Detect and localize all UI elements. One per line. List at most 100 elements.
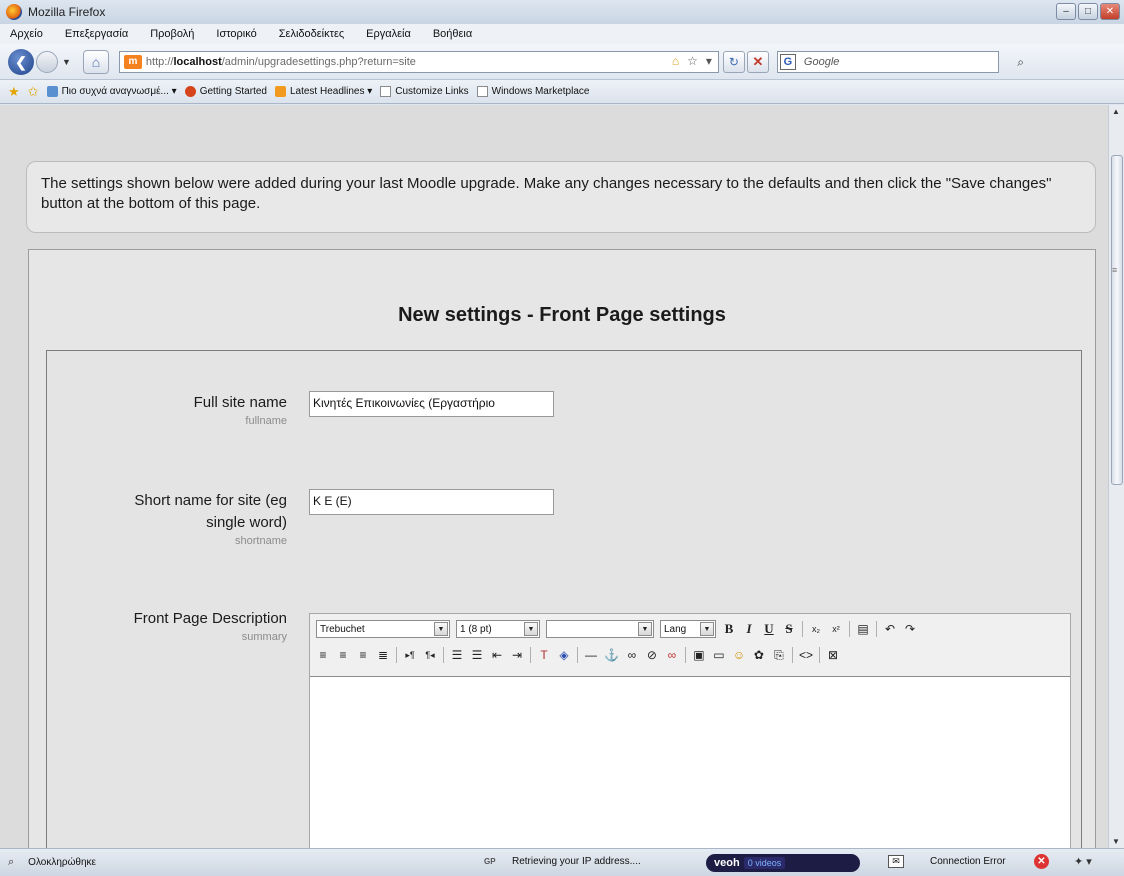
stop-button[interactable]: ✕ <box>746 50 769 73</box>
close-window-button[interactable]: ✕ <box>1100 3 1120 20</box>
smiley-icon[interactable]: ☺ <box>732 648 746 662</box>
bookmark-star-icon[interactable]: ☆ <box>687 54 698 68</box>
home-button[interactable]: ⌂ <box>82 49 109 74</box>
unlink-icon[interactable]: ⊘ <box>645 648 659 662</box>
bookmark-latest-headlines[interactable]: Latest Headlines ▾ <box>274 86 373 97</box>
undo-icon[interactable]: ↶ <box>883 622 897 636</box>
gp-icon[interactable]: GP <box>484 857 496 866</box>
fullname-input[interactable]: Κινητές Επικοινωνίες (Εργαστήριο <box>309 391 554 417</box>
history-dropdown-icon[interactable]: ▼ <box>62 57 71 67</box>
scroll-up-icon[interactable]: ▲ <box>1112 107 1120 116</box>
fullscreen-icon[interactable]: ⊠ <box>826 648 840 662</box>
error-icon[interactable]: ✕ <box>1034 854 1049 869</box>
html-source-icon[interactable]: <> <box>799 648 813 662</box>
toolbar-separator <box>396 647 397 663</box>
anchor-icon[interactable]: ⚓ <box>604 648 619 662</box>
bookmark-windows-marketplace[interactable]: Windows Marketplace <box>476 86 589 97</box>
bookmark-getting-started[interactable]: Getting Started <box>184 86 267 97</box>
site-home-icon[interactable]: ⌂ <box>672 54 679 68</box>
maximize-button[interactable]: □ <box>1078 3 1098 20</box>
font-family-value: Trebuchet <box>320 623 365 635</box>
insert-table-icon[interactable]: ▭ <box>712 648 726 662</box>
link-icon[interactable]: ∞ <box>625 648 639 662</box>
url-dropdown-icon[interactable]: ▾ <box>706 54 712 68</box>
menu-history[interactable]: Ιστορικό <box>216 28 256 40</box>
google-engine-icon[interactable]: G <box>779 53 796 70</box>
chevron-down-icon: ▼ <box>434 622 448 636</box>
veoh-widget[interactable]: veoh 0 videos <box>706 854 860 872</box>
addon-icon[interactable]: ✦ ▾ <box>1074 855 1092 868</box>
forward-button[interactable] <box>36 50 58 73</box>
font-family-select[interactable]: Trebuchet ▼ <box>316 620 450 638</box>
fullname-label: Full site name <box>193 394 287 411</box>
vertical-scrollbar[interactable]: ▲ ≡ ▼ <box>1108 105 1124 848</box>
lang-select[interactable]: Lang ▼ <box>660 620 716 638</box>
summary-label: Front Page Description <box>133 610 287 627</box>
menu-tools[interactable]: Εργαλεία <box>366 28 411 40</box>
toolbar-separator <box>443 647 444 663</box>
menu-help[interactable]: Βοήθεια <box>433 28 472 40</box>
bookmarks-star-icon[interactable]: ★ <box>8 84 20 100</box>
search-go-icon[interactable]: ⌕ <box>1017 55 1024 70</box>
menu-edit[interactable]: Επεξεργασία <box>65 28 128 40</box>
paragraph-format-select[interactable]: ▼ <box>546 620 654 638</box>
url-scheme: http:// <box>145 55 174 68</box>
toolbar-separator <box>876 621 877 637</box>
search-bar[interactable]: G Google ⌕ <box>776 50 1024 73</box>
ordered-list-icon[interactable]: ☰ <box>450 648 464 662</box>
special-char-icon[interactable]: ✿ <box>752 648 766 662</box>
horizontal-rule-icon[interactable]: — <box>584 648 598 662</box>
scroll-down-icon[interactable]: ▼ <box>1112 837 1120 846</box>
reload-button[interactable]: ↻ <box>722 50 745 73</box>
align-left-icon[interactable]: ≡ <box>316 648 330 662</box>
ltr-icon[interactable]: ▸¶ <box>403 650 417 661</box>
bold-button[interactable]: B <box>722 621 736 637</box>
toolbar-separator <box>818 647 820 663</box>
align-center-icon[interactable]: ≡ <box>336 648 350 662</box>
redo-icon[interactable]: ↷ <box>903 622 917 636</box>
clean-word-icon[interactable]: ▤ <box>856 622 870 636</box>
bookmark-most-visited[interactable]: Πιο συχνά αναγνωσμέ... ▾ <box>46 86 177 97</box>
address-bar[interactable]: m http:// localhost /admin/upgradesettin… <box>118 50 719 73</box>
underline-button[interactable]: U <box>762 621 776 637</box>
unordered-list-icon[interactable]: ☰ <box>470 648 484 662</box>
align-right-icon[interactable]: ≡ <box>356 648 370 662</box>
fullname-key: fullname <box>245 415 287 427</box>
ip-status: Retrieving your IP address.... <box>512 856 641 867</box>
bookmark-label: Customize Links <box>395 86 469 97</box>
search-replace-icon[interactable]: ⎘ <box>772 648 786 663</box>
text-color-icon[interactable]: T <box>537 648 551 662</box>
toolbar-separator <box>802 621 803 637</box>
html-editor: Trebuchet ▼ 1 (8 pt) ▼ ▼ Lang ▼ B I U S … <box>309 613 1071 848</box>
back-button[interactable]: ❮ <box>8 48 34 75</box>
menu-file[interactable]: Αρχείο <box>10 28 43 40</box>
mail-icon[interactable]: ✉ <box>888 855 904 868</box>
nolink-icon[interactable]: ∞ <box>665 648 679 662</box>
menu-bookmarks[interactable]: Σελιδοδείκτες <box>279 28 344 40</box>
strikethrough-button[interactable]: S <box>782 621 796 637</box>
minimize-button[interactable]: – <box>1056 3 1076 20</box>
find-icon[interactable]: ⌕ <box>8 856 14 869</box>
moodle-favicon-icon: m <box>123 54 142 69</box>
scroll-thumb[interactable] <box>1111 155 1123 485</box>
toolbar-separator <box>530 647 531 663</box>
summary-key: summary <box>241 631 287 643</box>
bookmark-customize-links[interactable]: Customize Links <box>380 86 469 97</box>
bookmarks-toolbar: ★ ✩ Πιο συχνά αναγνωσμέ... ▾ Getting Sta… <box>0 80 1124 104</box>
bookmark-label: Latest Headlines ▾ <box>289 86 373 97</box>
superscript-icon[interactable]: x² <box>829 624 843 634</box>
subscript-icon[interactable]: x₂ <box>809 624 823 634</box>
window-controls: – □ ✕ <box>1056 3 1120 20</box>
menu-view[interactable]: Προβολή <box>150 28 194 40</box>
rtl-icon[interactable]: ¶◂ <box>423 650 437 661</box>
background-color-icon[interactable]: ◈ <box>557 648 571 662</box>
indent-icon[interactable]: ⇥ <box>510 648 524 662</box>
editor-text-area[interactable] <box>310 676 1070 848</box>
outdent-icon[interactable]: ⇤ <box>490 648 504 662</box>
bookmarks-add-icon[interactable]: ✩ <box>28 84 39 100</box>
insert-image-icon[interactable]: ▣ <box>692 648 706 662</box>
italic-button[interactable]: I <box>742 621 756 637</box>
shortname-input[interactable]: K E (E) <box>309 489 554 515</box>
font-size-select[interactable]: 1 (8 pt) ▼ <box>456 620 540 638</box>
justify-icon[interactable]: ≣ <box>376 648 390 662</box>
